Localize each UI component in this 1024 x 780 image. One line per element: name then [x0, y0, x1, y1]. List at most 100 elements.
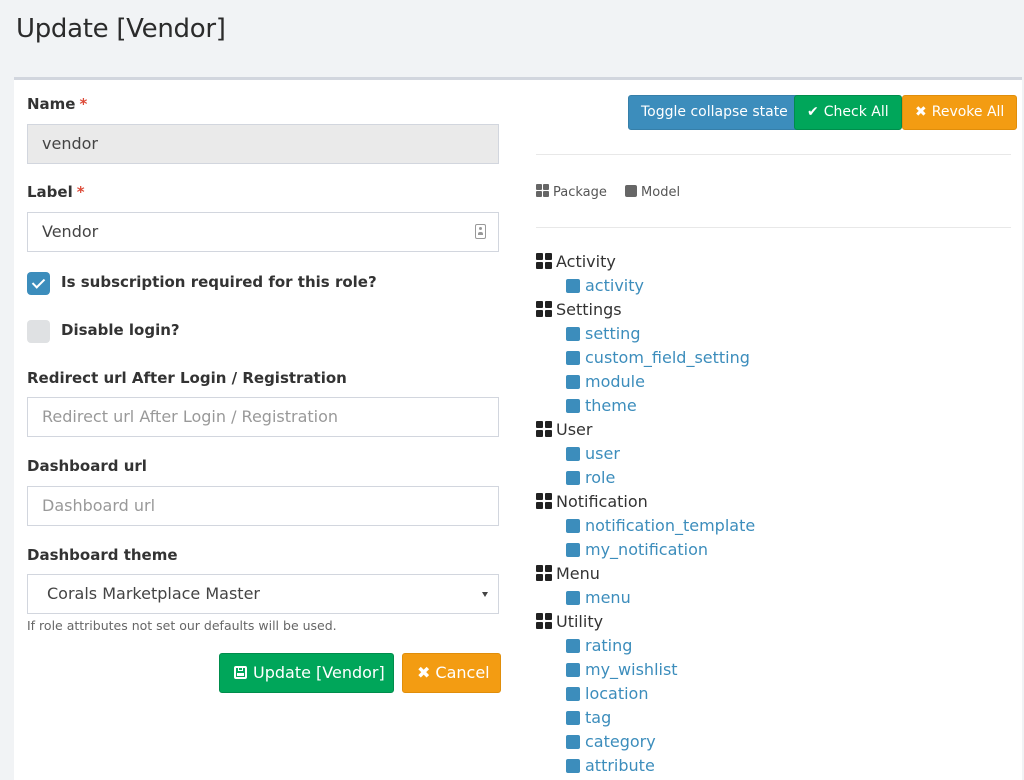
- tree-model[interactable]: menu: [536, 586, 755, 610]
- tree-model-label: tag: [585, 708, 612, 727]
- dashboard-url-input[interactable]: Dashboard url: [27, 486, 499, 526]
- redirect-url-input[interactable]: Redirect url After Login / Registration: [27, 397, 499, 437]
- model-icon: [566, 735, 580, 749]
- model-icon: [566, 279, 580, 293]
- tree-model-label: my_wishlist: [585, 660, 678, 679]
- name-input[interactable]: vendor: [27, 124, 499, 164]
- tree-package-label: Menu: [556, 564, 600, 583]
- tree-model-label: attribute: [585, 756, 655, 775]
- model-icon: [566, 375, 580, 389]
- check-icon: ✔: [807, 104, 819, 120]
- dashboard-url-placeholder: Dashboard url: [42, 496, 156, 515]
- model-icon: [566, 399, 580, 413]
- divider: [536, 227, 1011, 228]
- tree-package[interactable]: Notification: [536, 490, 755, 514]
- tree-package[interactable]: User: [536, 418, 755, 442]
- tree-model-label: category: [585, 732, 656, 751]
- revoke-all-button[interactable]: ✖ Revoke All: [902, 95, 1018, 130]
- label-label: Label *: [27, 183, 85, 201]
- tree-package[interactable]: Settings: [536, 298, 755, 322]
- save-icon: [234, 666, 247, 679]
- tree-package[interactable]: Utility: [536, 610, 755, 634]
- package-icon: [536, 493, 552, 509]
- tree-model[interactable]: my_wishlist: [536, 658, 755, 682]
- close-icon: ✖: [915, 104, 927, 120]
- model-icon: [566, 447, 580, 461]
- name-label: Name *: [27, 95, 88, 113]
- revoke-all-label: Revoke All: [931, 104, 1005, 120]
- tree-model[interactable]: category: [536, 730, 755, 754]
- update-button-label: Update [Vendor]: [253, 663, 385, 682]
- dashboard-theme-value: Corals Marketplace Master: [47, 584, 260, 603]
- tree-model-label: my_notification: [585, 540, 709, 559]
- disable-login-checkbox[interactable]: [27, 320, 50, 343]
- package-icon: [536, 421, 552, 437]
- model-icon: [566, 543, 580, 557]
- divider: [536, 154, 1011, 155]
- tree-model[interactable]: setting: [536, 322, 755, 346]
- update-button[interactable]: Update [Vendor]: [219, 653, 394, 693]
- tree-model[interactable]: rating: [536, 634, 755, 658]
- tree-package-label: User: [556, 420, 593, 439]
- caret-down-icon: [482, 592, 488, 597]
- tree-model[interactable]: custom_field_setting: [536, 346, 755, 370]
- model-icon: [566, 663, 580, 677]
- tree-model-label: location: [585, 684, 649, 703]
- tree-model[interactable]: theme: [536, 394, 755, 418]
- cancel-button[interactable]: ✖ Cancel: [402, 653, 501, 693]
- tree-model[interactable]: my_notification: [536, 538, 755, 562]
- page-title: Update [Vendor]: [16, 14, 226, 44]
- tree-model[interactable]: location: [536, 682, 755, 706]
- check-all-label: Check All: [823, 104, 889, 120]
- required-mark: *: [79, 95, 88, 113]
- tree-model-label: notification_template: [585, 516, 756, 535]
- contact-card-icon[interactable]: [475, 224, 486, 239]
- tree-model[interactable]: role: [536, 466, 755, 490]
- check-all-button[interactable]: ✔ Check All: [794, 95, 902, 130]
- label-input[interactable]: Vendor: [27, 212, 499, 252]
- tree-model[interactable]: user: [536, 442, 755, 466]
- tree-model[interactable]: tag: [536, 706, 755, 730]
- model-icon: [566, 519, 580, 533]
- model-icon: [566, 591, 580, 605]
- label-value: Vendor: [42, 222, 99, 241]
- tree-model[interactable]: attribute: [536, 754, 755, 778]
- tree-model-label: module: [585, 372, 645, 391]
- tree-model-label: user: [585, 444, 620, 463]
- tree-model[interactable]: activity: [536, 274, 755, 298]
- package-icon: [536, 565, 552, 581]
- tree-model-label: role: [585, 468, 616, 487]
- tree-model[interactable]: notification_template: [536, 514, 755, 538]
- tree-package[interactable]: Menu: [536, 562, 755, 586]
- close-icon: ✖: [417, 663, 431, 682]
- tree-package-label: Notification: [556, 492, 648, 511]
- help-text: If role attributes not set our defaults …: [27, 618, 337, 633]
- subscription-required-checkbox[interactable]: [27, 272, 50, 295]
- package-icon: [536, 613, 552, 629]
- tree-model-label: theme: [585, 396, 637, 415]
- model-icon: [566, 351, 580, 365]
- toggle-collapse-button[interactable]: Toggle collapse state: [628, 95, 801, 130]
- dashboard-theme-label: Dashboard theme: [27, 546, 178, 564]
- redirect-url-label: Redirect url After Login / Registration: [27, 369, 347, 387]
- model-icon: [566, 759, 580, 773]
- model-icon: [625, 185, 638, 197]
- permissions-tree: Activity activity Settings setting custom_fi…: [536, 250, 755, 778]
- dashboard-url-label: Dashboard url: [27, 457, 147, 475]
- tree-package[interactable]: Activity: [536, 250, 755, 274]
- cancel-button-label: Cancel: [435, 663, 490, 682]
- subscription-required-label[interactable]: Is subscription required for this role?: [61, 273, 377, 291]
- toggle-collapse-label: Toggle collapse state: [641, 104, 788, 120]
- legend-package: Package: [536, 184, 607, 200]
- tree-model-label: setting: [585, 324, 641, 343]
- name-value: vendor: [42, 134, 98, 153]
- tree-package-label: Settings: [556, 300, 622, 319]
- permissions-legend: Package Model: [536, 184, 694, 200]
- model-icon: [566, 471, 580, 485]
- disable-login-label[interactable]: Disable login?: [61, 321, 180, 339]
- tree-model[interactable]: module: [536, 370, 755, 394]
- dashboard-theme-select[interactable]: Corals Marketplace Master: [27, 574, 499, 614]
- tree-model-label: custom_field_setting: [585, 348, 750, 367]
- tree-package-label: Activity: [556, 252, 616, 271]
- required-mark: *: [76, 183, 85, 201]
